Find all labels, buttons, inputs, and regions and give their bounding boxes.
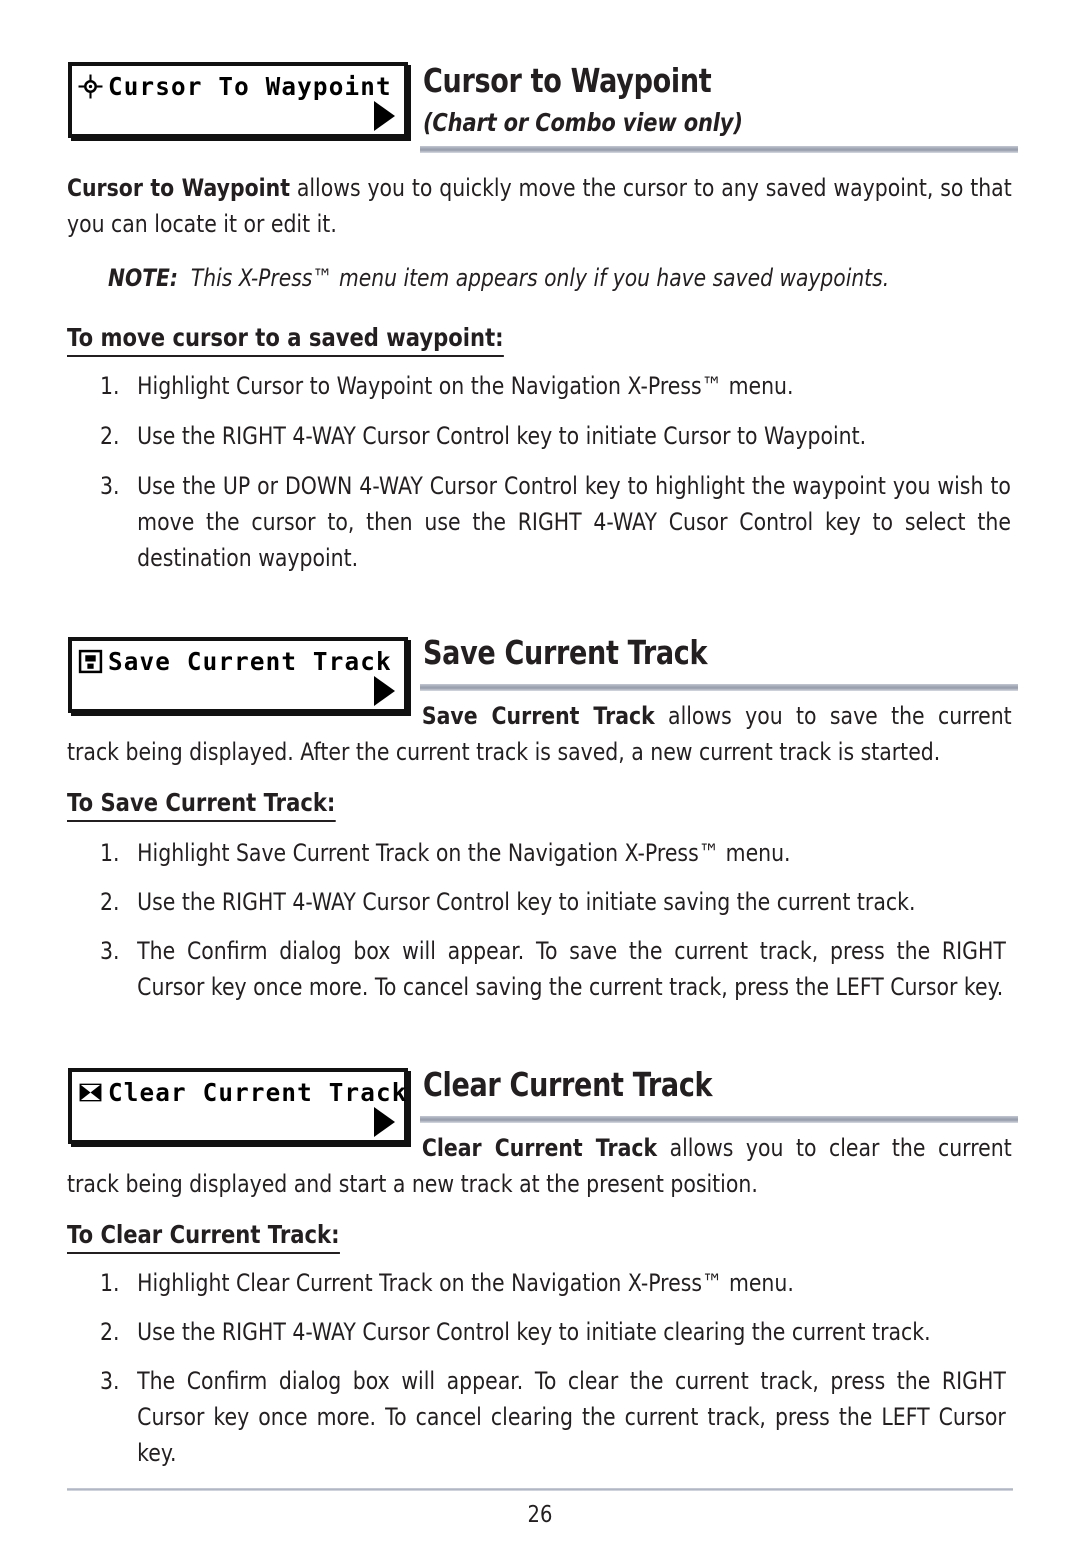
step-text: Highlight Save Current Track on the Navi… <box>137 839 791 867</box>
footer-divider <box>67 1488 1013 1491</box>
intro-bold-term: Cursor to Waypoint <box>67 174 290 202</box>
list-item: 2. Use the RIGHT 4-WAY Cursor Control ke… <box>100 884 1021 920</box>
intro-paragraph-1: Cursor to Waypoint allows you to quickly… <box>67 170 1012 242</box>
note-text: This X-Press™ menu item appears only if … <box>190 264 890 292</box>
step-number: 3. <box>100 937 120 965</box>
section-title-clear-current-track: Clear Current Track <box>423 1065 713 1104</box>
heading-rule <box>420 146 1018 153</box>
page-title: Cursor to Waypoint <box>423 61 712 100</box>
intro-bold-term: Clear Current Track <box>421 1134 658 1162</box>
list-item: 1. Highlight Clear Current Track on the … <box>100 1265 1021 1301</box>
lcd-menu-label: Cursor To Waypoint <box>108 71 392 101</box>
lcd-menu-row: Save Current Track <box>78 644 400 678</box>
section-title-save-current-track: Save Current Track <box>423 633 708 672</box>
subheading-move-cursor: To move cursor to a saved waypoint: <box>67 323 504 357</box>
text-wrap-spacer <box>67 1130 422 1166</box>
list-item: 3. The Confirm dialog box will appear. T… <box>100 933 1006 1005</box>
text-wrap-spacer <box>67 698 422 734</box>
step-number: 1. <box>100 839 120 867</box>
list-item: 3. The Confirm dialog box will appear. T… <box>100 1363 1006 1471</box>
crosshair-target-icon <box>78 74 103 98</box>
step-number: 2. <box>100 1318 120 1346</box>
step-number: 3. <box>100 1367 120 1395</box>
list-item: 2. Use the RIGHT 4-WAY Cursor Control ke… <box>100 1314 1021 1350</box>
lcd-menu-label: Clear Current Track <box>108 1077 408 1107</box>
list-item: 2. Use the RIGHT 4-WAY Cursor Control ke… <box>100 418 1021 454</box>
subheading-save-current-track: To Save Current Track: <box>67 788 336 822</box>
subheading-clear-current-track: To Clear Current Track: <box>67 1220 340 1254</box>
step-text: The Confirm dialog box will appear. To s… <box>137 937 1006 1001</box>
intro-paragraph-2: Save Current Track allows you to save th… <box>67 698 1012 770</box>
step-number: 1. <box>100 372 120 400</box>
step-number: 2. <box>100 422 120 450</box>
heading-rule <box>420 1116 1018 1123</box>
page-number: 26 <box>527 1502 553 1528</box>
floppy-disk-save-icon <box>78 649 103 673</box>
step-number: 1. <box>100 1269 120 1297</box>
step-text: Use the RIGHT 4-WAY Cursor Control key t… <box>137 422 867 450</box>
note-line: NOTE: This X-Press™ menu item appears on… <box>108 262 889 294</box>
step-number: 2. <box>100 888 120 916</box>
lcd-menu-chip-cursor-to-waypoint: Cursor To Waypoint <box>68 62 408 138</box>
x-box-clear-icon <box>79 1083 102 1101</box>
intro-bold-term: Save Current Track <box>421 702 655 730</box>
intro-paragraph-3: Clear Current Track allows you to clear … <box>67 1130 1012 1202</box>
list-item: 3. Use the UP or DOWN 4-WAY Cursor Contr… <box>100 468 1011 576</box>
step-text: Use the RIGHT 4-WAY Cursor Control key t… <box>137 888 916 916</box>
step-text: Use the RIGHT 4-WAY Cursor Control key t… <box>137 1318 931 1346</box>
lcd-menu-label: Save Current Track <box>108 646 392 676</box>
manual-page: Cursor To Waypoint Cursor to Waypoint (C… <box>0 0 1080 1560</box>
heading-rule <box>420 684 1018 691</box>
list-item: 1. Highlight Save Current Track on the N… <box>100 835 1021 871</box>
step-text: Highlight Clear Current Track on the Nav… <box>137 1269 794 1297</box>
note-label: NOTE: <box>108 264 179 292</box>
lcd-menu-row: Clear Current Track <box>78 1075 406 1109</box>
right-triangle-icon <box>374 101 395 131</box>
step-text: Highlight Cursor to Waypoint on the Navi… <box>137 372 794 400</box>
page-subtitle: (Chart or Combo view only) <box>423 108 743 137</box>
step-number: 3. <box>100 472 120 500</box>
lcd-menu-row: Cursor To Waypoint <box>78 69 400 103</box>
step-text: Use the UP or DOWN 4-WAY Cursor Control … <box>137 472 1011 572</box>
step-text: The Confirm dialog box will appear. To c… <box>137 1367 1006 1467</box>
list-item: 1. Highlight Cursor to Waypoint on the N… <box>100 368 1021 404</box>
